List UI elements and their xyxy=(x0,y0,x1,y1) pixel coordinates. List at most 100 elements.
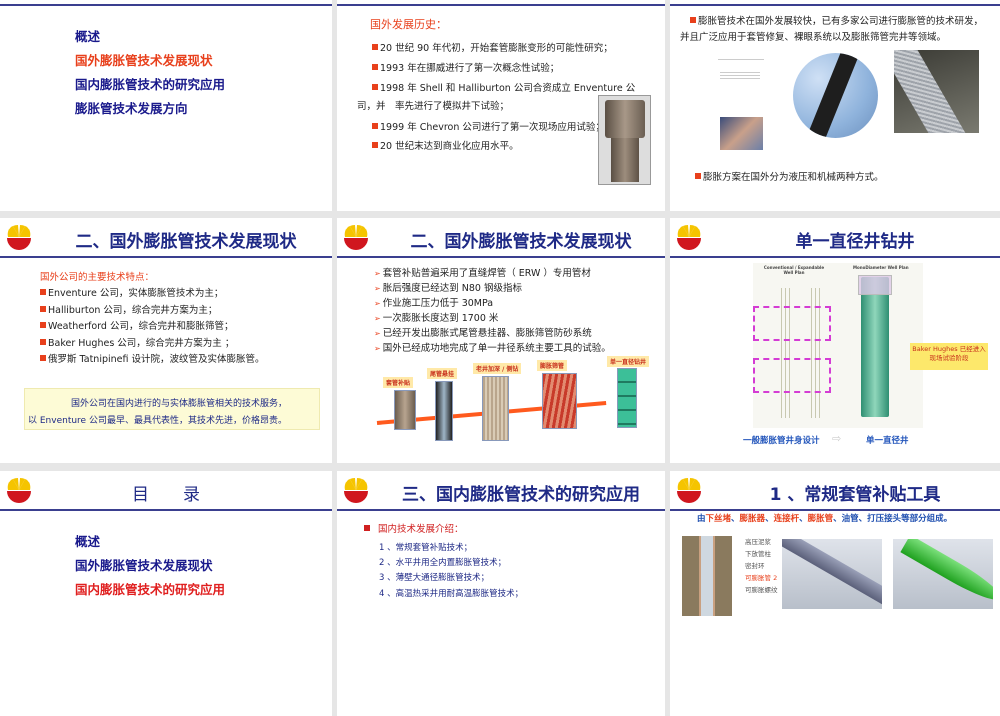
slide-thumb-status[interactable]: 二、国外膨胀管技术发展现状 ➢ 套管补贴普遍采用了直缝焊管（ ERW ）专用管材 … xyxy=(337,218,665,463)
slide-title: 1 、常规套管补贴工具 xyxy=(769,485,941,505)
slide-thumb-overview[interactable]: 膨胀管技术在国外发展较快，已有多家公司进行膨胀管的技术研发， 并且广泛应用于套管… xyxy=(670,0,1000,211)
bullet-text: 套管补贴普遍采用了直缝焊管（ ERW ）专用管材 xyxy=(382,268,591,279)
overview-para: 膨胀管技术在国外发展较快，已有多家公司进行膨胀管的技术研发， xyxy=(690,13,983,27)
company-logo-icon xyxy=(675,477,703,503)
domestic-item: 4 、高温热采井用耐高温膨胀管技术； xyxy=(379,589,524,599)
wellbore-diagram xyxy=(682,536,732,616)
pipe-photo xyxy=(598,95,651,185)
status-bullet: ➢ 国外已经成功地完成了单一井径系统主要工具的试验。 xyxy=(374,340,611,354)
stage-label: 老井加深 / 侧钻 xyxy=(473,363,522,374)
tool-nose-render xyxy=(893,539,993,609)
header-rule xyxy=(0,4,332,6)
history-bullet: 20 世纪 90 年代初，开始套管膨胀变形的可能性研究； xyxy=(372,40,613,54)
company-bullet: Halliburton 公司，综合完井方案为主； xyxy=(40,302,217,316)
stage-photo xyxy=(482,376,509,441)
note-box: 国外公司在国内进行的与实体膨胀管相关的技术服务， 以 Enventure 公司最… xyxy=(24,388,320,430)
status-bullet: ➢ 已经开发出膨胀式尾管悬挂器、膨胀筛管防砂系统 xyxy=(374,325,592,339)
bullet-square-icon xyxy=(372,64,378,70)
bullet-square-icon xyxy=(372,142,378,148)
subtitle-segment: 下丝堵 xyxy=(705,514,732,524)
slide-title: 单一直径井钻井 xyxy=(795,232,915,252)
stage-photo xyxy=(435,381,453,441)
screen-pipe-photo xyxy=(894,50,979,133)
slide-thumb-monodiameter[interactable]: 单一直径井钻井 Conventional / Expandable Well P… xyxy=(670,218,1000,463)
arrow-bullet-icon: ➢ xyxy=(374,344,381,353)
header-rule xyxy=(670,4,1000,6)
header-rule xyxy=(337,4,665,6)
company-logo-icon xyxy=(5,224,33,250)
pipe-circle-photo xyxy=(793,53,878,138)
domestic-item: 1 、常规套管补贴技术； xyxy=(379,543,473,553)
stage-label: 套管补贴 xyxy=(383,377,414,388)
subtitle-segment: 、 xyxy=(799,514,808,524)
slide-thumb-companies[interactable]: 二、国外膨胀管技术发展现状 国外公司的主要技术特点： Enventure 公司，… xyxy=(0,218,332,463)
arrow-bullet-icon: ➢ xyxy=(374,314,381,323)
bullet-text: Weatherford 公司，综合完井和膨胀筛管； xyxy=(48,321,234,332)
slide-thumb-tool[interactable]: 1 、常规套管补贴工具 由下丝堵、膨胀器、连接杆、膨胀管、油管、打压接头等部分组… xyxy=(670,471,1000,716)
company-bullet: Baker Hughes 公司，综合完井方案为主 ； xyxy=(40,335,234,349)
stage-photo xyxy=(394,390,416,430)
slide-thumb-toc[interactable]: 概述 国外膨胀管技术发展现状 国内膨胀管技术的研究应用 膨胀管技术发展方向 xyxy=(0,0,332,211)
bullet-text: 已经开发出膨胀式尾管悬挂器、膨胀筛管防砂系统 xyxy=(382,328,592,339)
toc-item: 膨胀管技术发展方向 xyxy=(75,101,188,116)
arrow-bullet-icon: ➢ xyxy=(374,299,381,308)
company-logo-icon xyxy=(342,477,370,503)
mono-well-column xyxy=(861,277,889,417)
history-bullet: 20 世纪末达到商业化应用水平。 xyxy=(372,138,519,152)
toc-item-active: 国内膨胀管技术的研究应用 xyxy=(75,582,226,597)
bullet-text: 一次膨胀长度达到 1700 米 xyxy=(382,313,499,324)
heading-text: 国内技术发展介绍： xyxy=(378,524,464,535)
companies-heading: 国外公司的主要技术特点： xyxy=(40,272,155,283)
subtitle-segment: 、 xyxy=(731,514,740,524)
history-bullet: 1993 年在挪威进行了第一次概念性试验； xyxy=(372,60,559,74)
company-logo-icon xyxy=(342,224,370,250)
arrow-bullet-icon: ➢ xyxy=(374,329,381,338)
bullet-text: Baker Hughes 公司，综合完井方案为主 ； xyxy=(48,338,235,349)
subtitle-segment: 由 xyxy=(697,514,706,524)
slide-title: 二、国外膨胀管技术发展现状 xyxy=(410,232,632,252)
subtitle-segment: 膨胀器 xyxy=(739,514,766,524)
diagram-label: 可膨胀管 2 xyxy=(745,574,778,582)
history-heading: 国外发展历史： xyxy=(370,18,447,31)
tool-subtitle: 由下丝堵、膨胀器、连接杆、膨胀管、油管、打压接头等部分组成。 xyxy=(697,512,952,524)
toc-item-active: 国外膨胀管技术发展现状 xyxy=(75,53,213,68)
status-bullet: ➢ 胀后强度已经达到 N80 钢级指标 xyxy=(374,280,522,294)
para-text: 膨胀管技术在国外发展较快，已有多家公司进行膨胀管的技术研发， xyxy=(698,16,984,27)
bullet-text: 1999 年 Chevron 公司进行了第一次现场应用试验； xyxy=(380,122,605,133)
bullet-text: Enventure 公司，实体膨胀管技术为主； xyxy=(48,288,224,299)
stage-label: 膨胀筛管 xyxy=(537,360,568,371)
slide-thumb-domestic[interactable]: 三、国内膨胀管技术的研究应用 国内技术发展介绍： 1 、常规套管补贴技术； 2 … xyxy=(337,471,665,716)
header-rule xyxy=(337,509,665,511)
diagram-label: 可膨胀螺纹 xyxy=(745,586,778,594)
callout-line: 现场试验阶段 xyxy=(929,354,969,362)
toc-item: 国外膨胀管技术发展现状 xyxy=(75,558,213,573)
highlight-box xyxy=(753,358,831,393)
company-logo-icon xyxy=(675,224,703,250)
bullet-square-icon xyxy=(372,44,378,50)
status-bullet: ➢ 一次膨胀长度达到 1700 米 xyxy=(374,310,498,324)
history-bullet: 1999 年 Chevron 公司进行了第一次现场应用试验； xyxy=(372,119,605,133)
toc-item: 概述 xyxy=(75,29,101,44)
bullet-square-icon xyxy=(372,123,378,129)
diagram-right-title: MonoDiameter Well Plan xyxy=(853,265,909,270)
highlight-box xyxy=(753,306,831,341)
diagram-left-title: Conventional / Expandable Well Plan xyxy=(763,265,825,275)
callout-line: Baker Hughes 已经进入 xyxy=(912,345,986,353)
header-rule xyxy=(0,256,332,258)
subtitle-segment: 、油管、打压接头等部分组成。 xyxy=(833,514,953,524)
domestic-item: 2 、水平井用全内置膨胀管技术； xyxy=(379,558,507,568)
arrow-bullet-icon: ➢ xyxy=(374,284,381,293)
slide-thumb-history[interactable]: 国外发展历史： 20 世纪 90 年代初，开始套管膨胀变形的可能性研究； 199… xyxy=(337,0,665,211)
bullet-text: 作业施工压力低于 30MPa xyxy=(382,298,494,309)
subtitle-segment: 连接杆 xyxy=(773,514,800,524)
bullet-square-icon xyxy=(40,339,46,345)
arrow-right-icon: ⇨ xyxy=(832,432,842,445)
toc-item: 概述 xyxy=(75,534,101,549)
bullet-text: 俄罗斯 Tatnipinefi 设计院，波纹管及实体膨胀管。 xyxy=(48,354,265,365)
diagram-label: 密封环 xyxy=(745,562,765,570)
tool-cad-render xyxy=(782,539,882,609)
note-line: 国外公司在国内进行的与实体膨胀管相关的技术服务， xyxy=(71,399,288,409)
overview-bullet2: 膨胀方案在国外分为液压和机械两种方式。 xyxy=(695,169,884,183)
slide-thumb-contents[interactable]: 目 录 概述 国外膨胀管技术发展现状 国内膨胀管技术的研究应用 xyxy=(0,471,332,716)
header-rule xyxy=(670,509,1000,511)
